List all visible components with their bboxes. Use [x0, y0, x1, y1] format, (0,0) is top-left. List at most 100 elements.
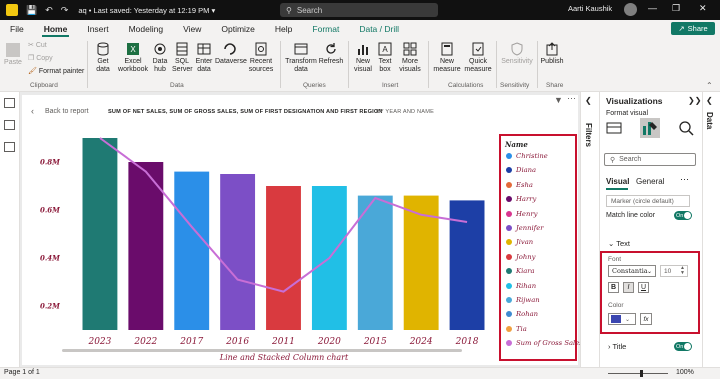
model-view-icon[interactable] [4, 142, 15, 152]
report-view-icon[interactable] [4, 98, 15, 108]
publish-button[interactable]: Publish [540, 42, 564, 66]
match-line-color-toggle[interactable]: On [674, 211, 692, 220]
legend-item[interactable]: Johny [506, 252, 535, 262]
y-tick-label: 0.8M [40, 158, 60, 167]
share-button[interactable]: ↗ Share [671, 22, 715, 35]
restore-icon[interactable]: ❐ [672, 3, 680, 14]
excel-icon: X [127, 43, 139, 55]
legend-dot [506, 282, 512, 289]
data-pane-collapsed[interactable] [702, 92, 720, 367]
sql-server-button[interactable]: SQL Server [172, 42, 193, 74]
legend-item[interactable]: Henry [506, 209, 537, 219]
text-section-header[interactable]: ⌄ Text [608, 239, 630, 248]
tab-modeling[interactable]: Modeling [119, 20, 174, 37]
expand-filters-icon[interactable]: ❮ [585, 96, 592, 105]
tab-help[interactable]: Help [265, 20, 302, 37]
back-arrow-icon[interactable]: ‹ [31, 106, 34, 116]
expand-data-icon[interactable]: ❮ [706, 96, 713, 105]
legend-item[interactable]: Rihan [506, 281, 536, 291]
collapse-pane-icon[interactable]: ❯❯ [688, 96, 701, 105]
color-swatch [611, 315, 621, 323]
transform-data-button[interactable]: Transform data [285, 42, 317, 74]
table-view-icon[interactable] [4, 120, 15, 130]
legend-dot [506, 239, 512, 246]
tab-optimize[interactable]: Optimize [211, 20, 265, 37]
ribbon: Paste ✂ Cut ❐ Copy 🖌 Format painter Clip… [0, 37, 720, 92]
x-tick-label: 2024 [409, 337, 433, 347]
quick-measure-button[interactable]: Quick measure [464, 42, 492, 74]
undo-icon[interactable]: ↶ [45, 5, 53, 16]
stepper-icon: ▲ ▼ [680, 265, 685, 276]
italic-button[interactable]: I [623, 282, 634, 293]
conditional-format-button[interactable]: fx [640, 313, 652, 325]
legend-item[interactable]: Harry [506, 194, 536, 204]
save-icon[interactable]: 💾 [26, 5, 37, 16]
more-options-icon[interactable]: ⋯ [680, 174, 689, 185]
legend-item[interactable]: Esha [506, 180, 533, 190]
status-bar: Page 1 of 1 100% [0, 367, 720, 379]
data-hub-button[interactable]: Data hub [150, 42, 170, 74]
tab-insert[interactable]: Insert [77, 20, 118, 37]
tab-view[interactable]: View [173, 20, 211, 37]
search-box[interactable]: ⚲ Search [280, 3, 438, 17]
cut-button[interactable]: ✂ Cut [28, 42, 47, 50]
more-visuals-button[interactable]: More visuals [397, 42, 423, 74]
text-box-button[interactable]: A Text box [376, 42, 394, 74]
title-section-header[interactable]: › Title [608, 342, 626, 351]
analytics-icon[interactable] [678, 120, 694, 136]
get-data-button[interactable]: Get data [92, 42, 114, 74]
minimize-icon[interactable]: — [648, 3, 657, 13]
tab-home[interactable]: Home [34, 20, 78, 37]
user-name[interactable]: Aarti Kaushik [568, 4, 612, 13]
font-size-input[interactable]: 10 ▲ ▼ [660, 265, 688, 277]
chart[interactable]: 0.2M 0.4M 0.6M 0.8M 2023 2022 2017 2016 2011 2020… [22, 120, 500, 360]
font-color-picker[interactable]: ⌄ [608, 313, 636, 325]
sensitivity-button[interactable]: Sensitivity [500, 42, 534, 66]
legend-item[interactable]: Tia [506, 324, 527, 334]
format-search-input[interactable]: ⚲ Search [604, 153, 696, 166]
legend-item[interactable]: Jennifer [506, 223, 543, 233]
avatar[interactable] [624, 3, 637, 16]
legend-item[interactable]: Sum of Gross Sales [506, 338, 583, 348]
collapse-ribbon-icon[interactable]: ⌃ [706, 81, 713, 90]
data-label[interactable]: Data [705, 112, 714, 129]
dataverse-button[interactable]: Dataverse [215, 42, 247, 66]
tab-file[interactable]: File [0, 20, 34, 37]
tab-data-drill[interactable]: Data / Drill [349, 20, 409, 37]
filters-label[interactable]: Filters [584, 123, 593, 147]
copy-button[interactable]: ❐ Copy [28, 55, 53, 63]
more-options-icon[interactable]: ⋯ [567, 93, 576, 104]
tab-format[interactable]: Format [302, 20, 349, 37]
legend-item[interactable]: Rijwan [506, 295, 540, 305]
legend-item[interactable]: Kiara [506, 266, 535, 276]
new-visual-button[interactable]: New visual [352, 42, 374, 74]
build-visual-icon[interactable] [606, 120, 622, 136]
tab-general[interactable]: General [636, 177, 664, 186]
format-visual-icon[interactable] [640, 118, 660, 138]
tab-visual[interactable]: Visual [606, 177, 629, 186]
title-toggle[interactable]: On [674, 342, 692, 351]
paste-button[interactable]: Paste [4, 43, 22, 67]
recent-sources-button[interactable]: Recent sources [247, 42, 275, 74]
redo-icon[interactable]: ↷ [61, 5, 69, 16]
marker-select[interactable]: Marker (circle default) [606, 195, 690, 207]
legend-item[interactable]: Diana [506, 165, 536, 175]
bold-button[interactable]: B [608, 282, 619, 293]
legend-item[interactable]: Jivan [506, 237, 533, 247]
x-tick-label: 2020 [317, 337, 341, 347]
format-painter-button[interactable]: 🖌 Format painter [28, 68, 84, 76]
document-title[interactable]: aq • Last saved: Yesterday at 12:19 PM ▾ [78, 6, 215, 15]
zoom-slider[interactable] [608, 373, 668, 374]
excel-workbook-button[interactable]: X Excel workbook [118, 42, 148, 74]
underline-button[interactable]: U [638, 282, 649, 293]
back-to-report-link[interactable]: Back to report [45, 108, 89, 115]
enter-data-button[interactable]: Enter data [194, 42, 214, 74]
font-family-select[interactable]: Constantia ⌄ [608, 265, 656, 277]
filter-icon[interactable]: ▼ [554, 95, 563, 105]
legend-item[interactable]: Rohan [506, 309, 538, 319]
refresh-button[interactable]: Refresh [318, 42, 344, 66]
new-measure-button[interactable]: New measure [432, 42, 462, 74]
close-icon[interactable]: ✕ [699, 3, 707, 14]
zoom-thumb[interactable] [640, 370, 643, 377]
legend-item[interactable]: Christine [506, 151, 548, 161]
